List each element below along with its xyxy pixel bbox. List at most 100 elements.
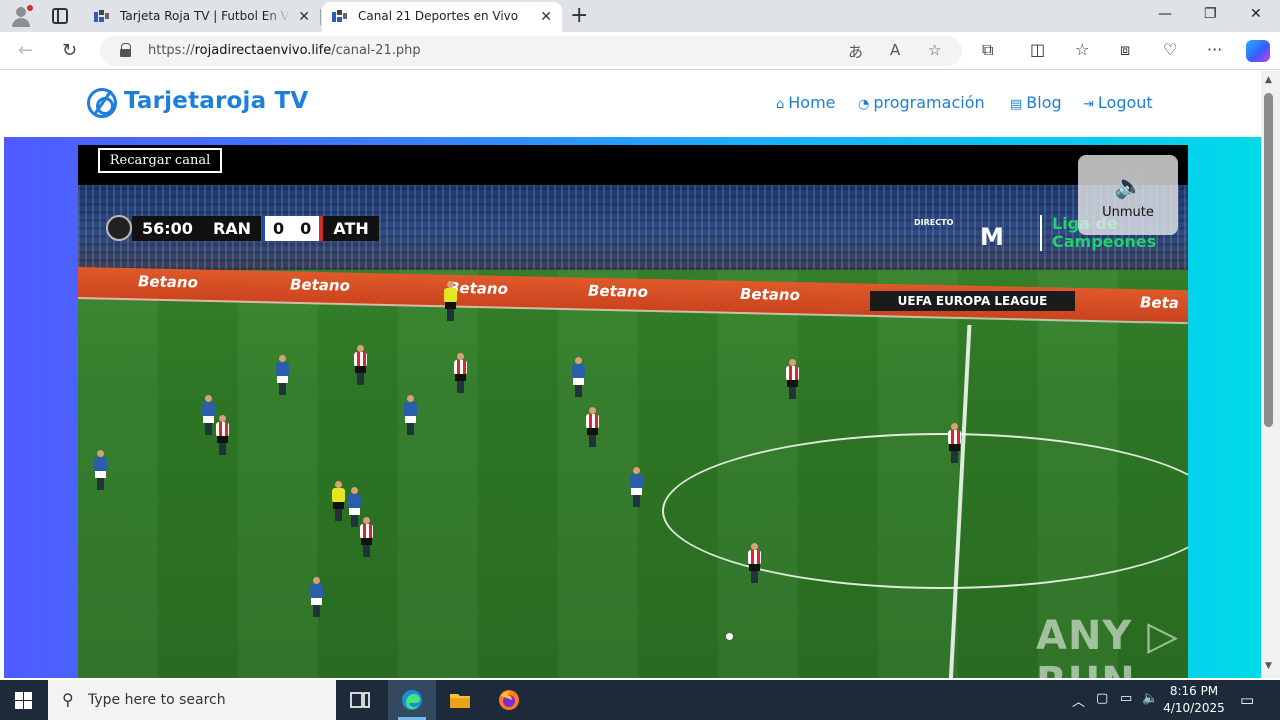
ad-board: Betano	[740, 284, 800, 305]
ad-board: Beta	[1140, 293, 1179, 313]
system-clock[interactable]: 8:16 PM 4/10/2025	[1162, 683, 1226, 717]
player-figure	[586, 407, 599, 447]
clock-time: 8:16 PM	[1169, 684, 1219, 698]
home-icon: ⌂	[776, 97, 785, 112]
video-frame[interactable]: Betano Betano Betano Betano Betano Beta …	[78, 185, 1188, 678]
nav-logout[interactable]: ⇥ Logout	[1083, 93, 1153, 112]
site-header: Tarjetaroja TV ⌂ Home ◔ programación ▤ Blog…	[4, 71, 1261, 137]
collections-icon[interactable]: ⧈	[1120, 40, 1130, 60]
copilot-icon[interactable]	[1246, 40, 1270, 62]
match-clock: 56:00	[132, 215, 203, 241]
player-figure	[94, 450, 107, 490]
refresh-icon[interactable]: ↻	[62, 40, 77, 61]
task-view-icon[interactable]	[348, 688, 372, 712]
nav-programacion[interactable]: ◔ programación	[858, 93, 985, 112]
address-toolbar: ← ↻ https://rojadirectaenvivo.life/canal…	[0, 32, 1280, 70]
translate-icon[interactable]: あ	[848, 41, 863, 62]
tab-title: Canal 21 Deportes en Vivo	[358, 9, 519, 23]
unmute-label: Unmute	[1102, 205, 1154, 220]
site-logo[interactable]: Tarjetaroja TV	[124, 88, 308, 114]
player-figure	[404, 395, 417, 435]
player-figure	[948, 423, 961, 463]
lock-icon[interactable]	[120, 43, 131, 57]
tachometer-icon: ◔	[858, 97, 870, 112]
ad-board: Betano	[290, 275, 350, 295]
away-score: 0	[292, 215, 324, 241]
back-icon[interactable]: ←	[18, 40, 33, 61]
player-figure	[202, 395, 215, 435]
home-team: RAN	[202, 215, 262, 241]
tab-close-icon[interactable]: ✕	[540, 9, 552, 25]
unmute-button[interactable]: 🔊 Unmute	[1078, 155, 1178, 235]
address-bar[interactable]: https://rojadirectaenvivo.life/canal-21.…	[100, 36, 962, 66]
player-figure	[310, 577, 323, 617]
favorite-star-icon[interactable]: ☆	[928, 41, 941, 59]
scrollbar-thumb[interactable]	[1264, 93, 1273, 427]
meet-now-icon[interactable]: ▢	[1096, 691, 1108, 706]
sign-out-icon: ⇥	[1083, 97, 1094, 112]
taskbar: ⚲ Type here to search ︿ ▢ ▭ 🔈 8:16 PM 4/…	[0, 680, 1280, 720]
home-score: 0	[261, 215, 293, 241]
player-figure	[572, 357, 585, 397]
linesman-figure	[444, 281, 457, 321]
file-explorer-icon[interactable]	[448, 688, 472, 712]
live-tag: DIRECTO	[914, 218, 954, 227]
ad-board: Betano	[138, 272, 198, 292]
scroll-down-icon[interactable]: ▼	[1265, 661, 1272, 671]
page-scrollbar[interactable]: ▲ ▼	[1261, 71, 1280, 678]
restore-icon[interactable]: ❐	[1204, 6, 1217, 22]
competition-logo-icon	[106, 215, 132, 241]
nav-home[interactable]: ⌂ Home	[776, 93, 836, 112]
new-tab-icon[interactable]: +	[570, 3, 588, 28]
notifications-icon[interactable]: ▭	[1240, 691, 1254, 709]
browser-essentials-icon[interactable]: ♡	[1163, 40, 1177, 59]
player-figure	[748, 543, 761, 583]
split-screen-icon[interactable]: ◫	[1030, 40, 1045, 59]
reload-channel-button[interactable]: Recargar canal	[98, 148, 222, 173]
aperture-logo-icon[interactable]	[87, 88, 117, 118]
minimize-icon[interactable]: —	[1158, 6, 1172, 22]
player-figure	[786, 359, 799, 399]
more-options-icon[interactable]: ···	[1207, 40, 1222, 59]
clock-date: 4/10/2025	[1163, 701, 1225, 715]
volume-icon[interactable]: 🔈	[1142, 691, 1158, 706]
player-figure	[630, 467, 643, 507]
scroll-up-icon[interactable]: ▲	[1265, 75, 1272, 85]
windows-start-icon[interactable]	[15, 692, 32, 709]
player-section: Recargar canal Betano Betano Betano Beta…	[4, 137, 1261, 678]
site-favicon-icon	[332, 10, 347, 22]
broadcaster-logo: M	[980, 223, 1004, 251]
network-icon[interactable]: ▭	[1120, 691, 1132, 706]
tab-bar: Tarjeta Roja TV | Futbol En Vivo - Grati…	[0, 0, 1280, 32]
tab-actions-icon[interactable]	[52, 8, 68, 24]
tab-close-icon[interactable]: ✕	[298, 9, 310, 25]
center-circle	[662, 433, 1188, 589]
newspaper-icon: ▤	[1010, 97, 1023, 112]
player-figure	[454, 353, 467, 393]
tab-title: Tarjeta Roja TV | Futbol En Vivo - Grati…	[120, 9, 290, 23]
close-window-icon[interactable]: ✕	[1250, 6, 1262, 22]
firefox-icon[interactable]	[497, 688, 521, 712]
player-figure	[348, 487, 361, 527]
ad-board: Betano	[588, 281, 648, 301]
anyrun-watermark: ANY ▷ RUN	[1036, 613, 1180, 678]
favorites-icon[interactable]: ☆	[1075, 40, 1089, 59]
player-figure	[276, 355, 289, 395]
nav-blog[interactable]: ▤ Blog	[1010, 93, 1062, 112]
extensions-icon[interactable]: ⧉	[982, 40, 993, 60]
read-aloud-icon[interactable]: A	[890, 41, 900, 59]
edge-icon[interactable]	[400, 688, 424, 712]
scorebug: 56:00 RAN 0 0 ATH	[106, 215, 379, 241]
taskbar-search[interactable]: ⚲ Type here to search	[48, 680, 336, 720]
tab-canal-21[interactable]: Canal 21 Deportes en Vivo ✕	[322, 2, 562, 32]
tab-tarjeta-roja[interactable]: Tarjeta Roja TV | Futbol En Vivo - Grati…	[84, 2, 320, 32]
url-text[interactable]: https://rojadirectaenvivo.life/canal-21.…	[148, 43, 421, 58]
search-icon: ⚲	[62, 690, 74, 709]
away-team: ATH	[323, 215, 379, 241]
video-player[interactable]: Recargar canal Betano Betano Betano Beta…	[78, 145, 1188, 678]
profile-avatar-icon[interactable]	[8, 4, 34, 28]
search-placeholder: Type here to search	[88, 692, 226, 708]
player-figure	[354, 345, 367, 385]
player-figure	[360, 517, 373, 557]
show-hidden-icons-icon[interactable]: ︿	[1072, 691, 1085, 710]
